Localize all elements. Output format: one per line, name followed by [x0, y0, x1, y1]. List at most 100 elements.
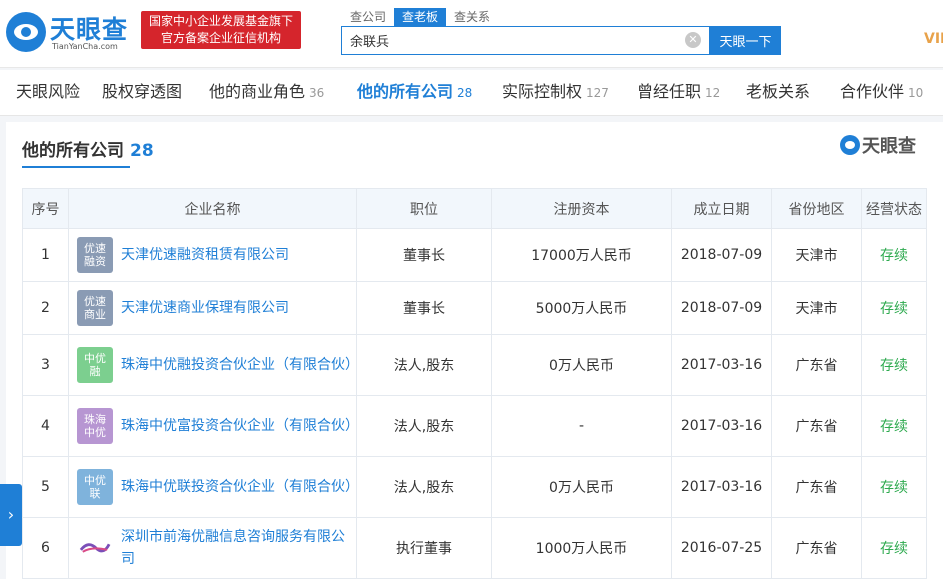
- company-logo: 中优联: [77, 469, 113, 505]
- companies-table: 序号 企业名称 职位 注册资本 成立日期 省份地区 经营状态 1 优速融资 天津优…: [22, 188, 927, 579]
- header-no: 序号: [22, 188, 69, 229]
- header-capital: 注册资本: [491, 188, 672, 229]
- company-cell: 优速融资 天津优速融资租赁有限公司: [68, 228, 357, 282]
- status-cell: 存续: [861, 456, 927, 518]
- table-row: 3 中优融 珠海中优融投资合伙企业（有限合伙） 法人,股东 0万人民币 2017-…: [22, 334, 927, 396]
- eye-logo-icon: [6, 12, 46, 52]
- tab-label: 实际控制权: [502, 82, 583, 101]
- table-row: 2 优速商业 天津优速商业保理有限公司 董事长 5000万人民币 2018-07-…: [22, 281, 927, 335]
- tab-actual-control[interactable]: 实际控制权 127: [502, 70, 609, 116]
- tab-label: 他的所有公司: [357, 82, 454, 101]
- search-input[interactable]: [342, 27, 677, 54]
- tab-all-companies[interactable]: 他的所有公司 28: [357, 70, 472, 116]
- header-region: 省份地区: [771, 188, 862, 229]
- companies-panel: 他的所有公司 28 天眼查 序号 企业名称 职位 注册资本 成立日期 省份地区 经…: [6, 122, 943, 579]
- company-logo-image: [77, 530, 113, 566]
- status-cell: 存续: [861, 517, 927, 579]
- table-row: 4 珠海中优 珠海中优富投资合伙企业（有限合伙） 法人,股东 - 2017-03-…: [22, 395, 927, 457]
- search-type-tabs: 查公司 查老板 查关系: [342, 8, 498, 26]
- company-name-wrap: 中优融 珠海中优融投资合伙企业（有限合伙）: [77, 347, 359, 383]
- company-logo: 优速融资: [77, 237, 113, 273]
- tab-partners[interactable]: 合作伙伴 10: [840, 70, 923, 116]
- date-cell: 2018-07-09: [671, 281, 772, 335]
- header-position: 职位: [356, 188, 492, 229]
- company-name-wrap: 优速商业 天津优速商业保理有限公司: [77, 290, 356, 326]
- region-cell: 广东省: [771, 517, 862, 579]
- company-logo: 中优融: [77, 347, 113, 383]
- search-tab-company[interactable]: 查公司: [342, 8, 394, 26]
- table-header-row: 序号 企业名称 职位 注册资本 成立日期 省份地区 经营状态: [22, 188, 927, 229]
- tab-past-positions[interactable]: 曾经任职 12: [637, 70, 720, 116]
- logo-domain: TianYanCha.com: [52, 42, 118, 51]
- tab-count: 10: [908, 86, 924, 100]
- side-expand-tab[interactable]: ›: [0, 484, 22, 546]
- search-button[interactable]: 天眼一下: [710, 26, 781, 55]
- status-cell: 存续: [861, 281, 927, 335]
- header-company: 企业名称: [68, 188, 357, 229]
- eye-logo-icon: [840, 135, 860, 155]
- capital-cell: 5000万人民币: [491, 281, 672, 335]
- tab-business-roles[interactable]: 他的商业角色 36: [209, 70, 324, 116]
- tab-risk[interactable]: 天眼风险: [16, 70, 80, 116]
- tab-count: 36: [309, 86, 325, 100]
- company-name-wrap: 珠海中优 珠海中优富投资合伙企业（有限合伙）: [77, 408, 359, 444]
- header-date: 成立日期: [671, 188, 772, 229]
- tab-label: 曾经任职: [637, 82, 702, 101]
- capital-cell: 0万人民币: [491, 334, 672, 396]
- company-name-link[interactable]: 珠海中优富投资合伙企业（有限合伙）: [121, 415, 359, 437]
- brand-text: 天眼查: [862, 136, 916, 157]
- company-name-link[interactable]: 天津优速商业保理有限公司: [121, 297, 289, 319]
- tab-count: 127: [586, 86, 609, 100]
- official-banner[interactable]: 国家中小企业发展基金旗下 官方备案企业征信机构: [141, 11, 301, 49]
- status-cell: 存续: [861, 334, 927, 396]
- title-underline: [22, 166, 130, 168]
- chevron-right-icon: ›: [7, 505, 15, 524]
- capital-cell: 1000万人民币: [491, 517, 672, 579]
- tab-equity-chart[interactable]: 股权穿透图: [102, 70, 182, 116]
- logo-name: 天眼查: [50, 15, 129, 44]
- tianyancha-logo[interactable]: 天眼查 TianYanCha.com: [6, 10, 134, 56]
- company-cell: 优速商业 天津优速商业保理有限公司: [68, 281, 357, 335]
- search-tab-boss[interactable]: 查老板: [394, 8, 447, 26]
- top-bar: 天眼查 TianYanCha.com 国家中小企业发展基金旗下 官方备案企业征信…: [0, 0, 943, 68]
- region-cell: 广东省: [771, 395, 862, 457]
- date-cell: 2017-03-16: [671, 395, 772, 457]
- clear-icon[interactable]: ✕: [685, 32, 701, 48]
- date-cell: 2016-07-25: [671, 517, 772, 579]
- position-cell: 执行董事: [356, 517, 492, 579]
- row-no: 4: [22, 395, 69, 457]
- position-cell: 董事长: [356, 228, 492, 282]
- search-tab-relation[interactable]: 查关系: [446, 8, 498, 26]
- vip-link[interactable]: VII: [924, 31, 943, 47]
- tab-boss-relations[interactable]: 老板关系: [746, 70, 810, 116]
- date-cell: 2018-07-09: [671, 228, 772, 282]
- company-name-wrap: 优速融资 天津优速融资租赁有限公司: [77, 237, 356, 273]
- tab-label: 股权穿透图: [102, 82, 183, 101]
- company-name-link[interactable]: 天津优速融资租赁有限公司: [121, 244, 289, 266]
- tab-label: 老板关系: [746, 82, 811, 101]
- company-name-link[interactable]: 珠海中优融投资合伙企业（有限合伙）: [121, 354, 359, 376]
- region-cell: 天津市: [771, 228, 862, 282]
- row-no: 2: [22, 281, 69, 335]
- search-box: ✕: [341, 26, 710, 55]
- row-no: 3: [22, 334, 69, 396]
- company-logo: 优速商业: [77, 290, 113, 326]
- position-cell: 董事长: [356, 281, 492, 335]
- section-count: 28: [130, 141, 154, 161]
- table-row: 1 优速融资 天津优速融资租赁有限公司 董事长 17000万人民币 2018-07…: [22, 228, 927, 282]
- banner-line-1: 国家中小企业发展基金旗下: [148, 14, 293, 28]
- table-row: 6 深圳市前海优融信息咨询服务有限公司 执行董事 1000万人民币 2016-0…: [22, 517, 927, 579]
- company-name-wrap: 深圳市前海优融信息咨询服务有限公司: [77, 526, 356, 570]
- region-cell: 天津市: [771, 281, 862, 335]
- row-no: 1: [22, 228, 69, 282]
- company-name-link[interactable]: 深圳市前海优融信息咨询服务有限公司: [121, 526, 356, 570]
- company-name-link[interactable]: 珠海中优联投资合伙企业（有限合伙）: [121, 476, 359, 498]
- tab-count: 28: [457, 86, 473, 100]
- tab-label: 天眼风险: [16, 82, 81, 101]
- tab-count: 12: [705, 86, 721, 100]
- position-cell: 法人,股东: [356, 334, 492, 396]
- profile-nav: 天眼风险 股权穿透图 他的商业角色 36 他的所有公司 28 实际控制权 127 曾经…: [0, 70, 943, 116]
- brand-watermark: 天眼查: [840, 132, 916, 157]
- table-row: 5 中优联 珠海中优联投资合伙企业（有限合伙） 法人,股东 0万人民币 2017-…: [22, 456, 927, 518]
- status-cell: 存续: [861, 395, 927, 457]
